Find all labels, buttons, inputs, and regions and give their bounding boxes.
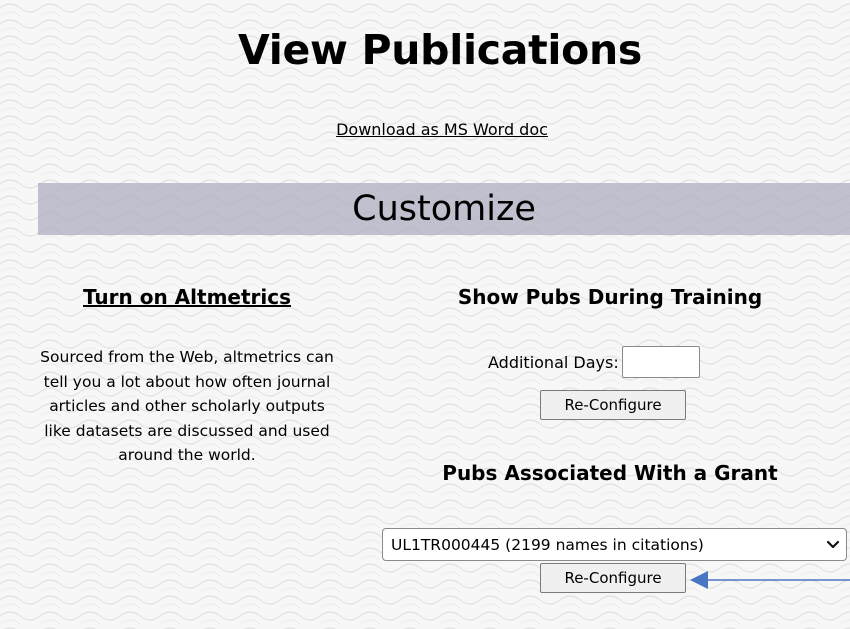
page-title: View Publications: [238, 26, 642, 74]
additional-days-input[interactable]: [621, 346, 700, 378]
chevron-down-icon: [826, 540, 840, 548]
grant-select[interactable]: UL1TR000445 (2199 names in citations): [382, 528, 847, 561]
additional-days-row: Additional Days:: [480, 346, 780, 378]
grant-reconfigure-button[interactable]: Re-Configure: [540, 563, 686, 593]
grant-select-value: UL1TR000445 (2199 names in citations): [391, 535, 704, 554]
training-heading: Show Pubs During Training: [457, 285, 763, 309]
additional-days-label: Additional Days:: [488, 352, 619, 372]
altmetrics-description: Sourced from the Web, altmetrics can tel…: [40, 348, 334, 464]
customize-heading: Customize: [38, 183, 850, 235]
training-reconfigure-button[interactable]: Re-Configure: [540, 390, 686, 420]
turn-on-altmetrics-link[interactable]: Turn on Altmetrics: [34, 285, 340, 309]
grant-heading: Pubs Associated With a Grant: [442, 461, 778, 485]
arrow-left-icon: [690, 571, 850, 589]
download-word-link[interactable]: Download as MS Word doc: [0, 120, 850, 139]
